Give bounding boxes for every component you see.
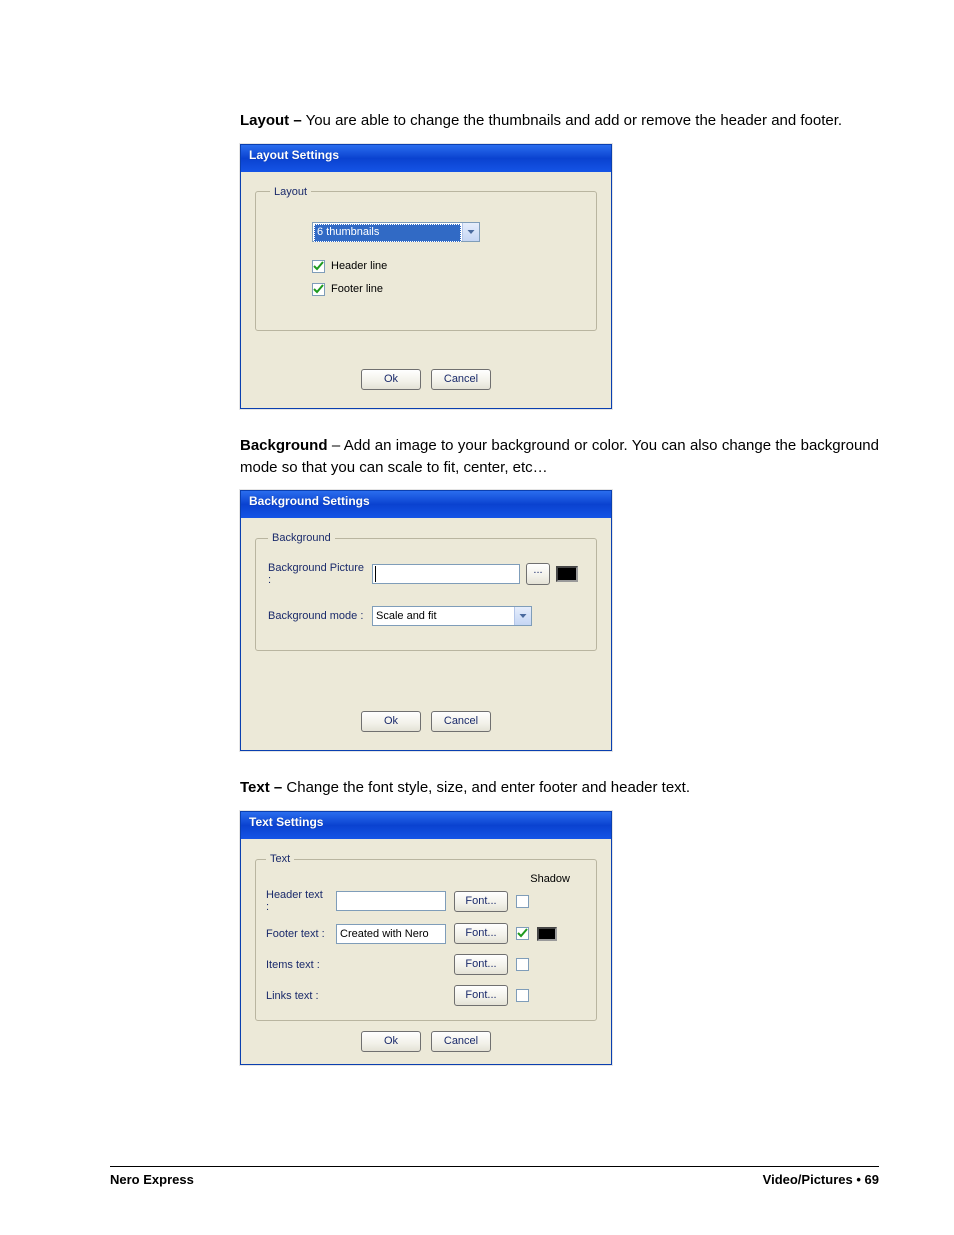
ok-button[interactable]: Ok: [361, 711, 421, 732]
header-text-row: Header text : Font...: [266, 889, 586, 913]
text-group: Text Shadow Header text : Font... Footer…: [255, 853, 597, 1021]
para-text-body: Change the font style, size, and enter f…: [282, 779, 690, 796]
para-text: Text – Change the font style, size, and …: [240, 777, 879, 799]
footer-left: Nero Express: [110, 1172, 194, 1187]
header-text-label: Header text :: [266, 889, 328, 913]
para-layout-lead: Layout –: [240, 112, 302, 129]
header-font-button[interactable]: Font...: [454, 891, 508, 912]
header-shadow-checkbox[interactable]: [516, 895, 529, 908]
footer-shadow-color[interactable]: [537, 927, 557, 941]
links-text-label: Links text :: [266, 990, 328, 1002]
cancel-button[interactable]: Cancel: [431, 711, 491, 732]
header-line-label: Header line: [331, 260, 387, 272]
para-background-lead: Background: [240, 437, 328, 454]
shadow-column-label: Shadow: [266, 873, 570, 885]
footer-font-button[interactable]: Font...: [454, 923, 508, 944]
thumbnails-combo-value: 6 thumbnails: [314, 224, 461, 242]
footer-line-checkbox-row: Footer line: [312, 283, 582, 296]
items-text-label: Items text :: [266, 959, 328, 971]
bg-mode-combo[interactable]: Scale and fit: [372, 606, 532, 626]
layout-group-legend: Layout: [270, 186, 311, 198]
footer-line-label: Footer line: [331, 283, 383, 295]
bg-color-swatch[interactable]: [556, 566, 578, 582]
links-font-button[interactable]: Font...: [454, 985, 508, 1006]
text-group-legend: Text: [266, 853, 294, 865]
para-text-lead: Text –: [240, 779, 282, 796]
cancel-button[interactable]: Cancel: [431, 1031, 491, 1052]
header-line-checkbox[interactable]: [312, 260, 325, 273]
text-dialog-title: Text Settings: [241, 812, 611, 839]
page-footer: Nero Express Video/Pictures • 69: [110, 1172, 879, 1187]
footer-text-input[interactable]: Created with Nero: [336, 924, 446, 944]
footer-text-row: Footer text : Created with Nero Font...: [266, 923, 586, 944]
items-text-row: Items text : Font...: [266, 954, 586, 975]
footer-line-checkbox[interactable]: [312, 283, 325, 296]
para-background-body: – Add an image to your background or col…: [240, 437, 879, 476]
footer-shadow-checkbox[interactable]: [516, 927, 529, 940]
background-group: Background Background Picture : ... Back…: [255, 532, 597, 651]
browse-button[interactable]: ...: [526, 563, 550, 585]
ok-button[interactable]: Ok: [361, 369, 421, 390]
cancel-button[interactable]: Cancel: [431, 369, 491, 390]
footer-text-label: Footer text :: [266, 928, 328, 940]
para-layout: Layout – You are able to change the thum…: [240, 110, 879, 132]
background-dialog-title: Background Settings: [241, 491, 611, 518]
background-group-legend: Background: [268, 532, 335, 544]
para-layout-body: You are able to change the thumbnails an…: [302, 112, 842, 129]
footer-right: Video/Pictures • 69: [763, 1172, 879, 1187]
items-font-button[interactable]: Font...: [454, 954, 508, 975]
chevron-down-icon[interactable]: [514, 607, 531, 625]
thumbnails-combo[interactable]: 6 thumbnails: [312, 222, 480, 242]
footer-rule: [110, 1166, 879, 1167]
bg-picture-input[interactable]: [372, 564, 520, 584]
background-settings-dialog: Background Settings Background Backgroun…: [240, 490, 612, 751]
items-shadow-checkbox[interactable]: [516, 958, 529, 971]
chevron-down-icon[interactable]: [462, 223, 479, 241]
para-background: Background – Add an image to your backgr…: [240, 435, 879, 479]
links-text-row: Links text : Font...: [266, 985, 586, 1006]
bg-picture-label: Background Picture :: [268, 562, 366, 586]
text-settings-dialog: Text Settings Text Shadow Header text : …: [240, 811, 612, 1065]
header-line-checkbox-row: Header line: [312, 260, 582, 273]
layout-dialog-title: Layout Settings: [241, 145, 611, 172]
bg-mode-value: Scale and fit: [373, 607, 514, 625]
layout-settings-dialog: Layout Settings Layout 6 thumbnails: [240, 144, 612, 409]
links-shadow-checkbox[interactable]: [516, 989, 529, 1002]
layout-group: Layout 6 thumbnails Header line: [255, 186, 597, 331]
bg-mode-label: Background mode :: [268, 610, 366, 622]
header-text-input[interactable]: [336, 891, 446, 911]
ok-button[interactable]: Ok: [361, 1031, 421, 1052]
